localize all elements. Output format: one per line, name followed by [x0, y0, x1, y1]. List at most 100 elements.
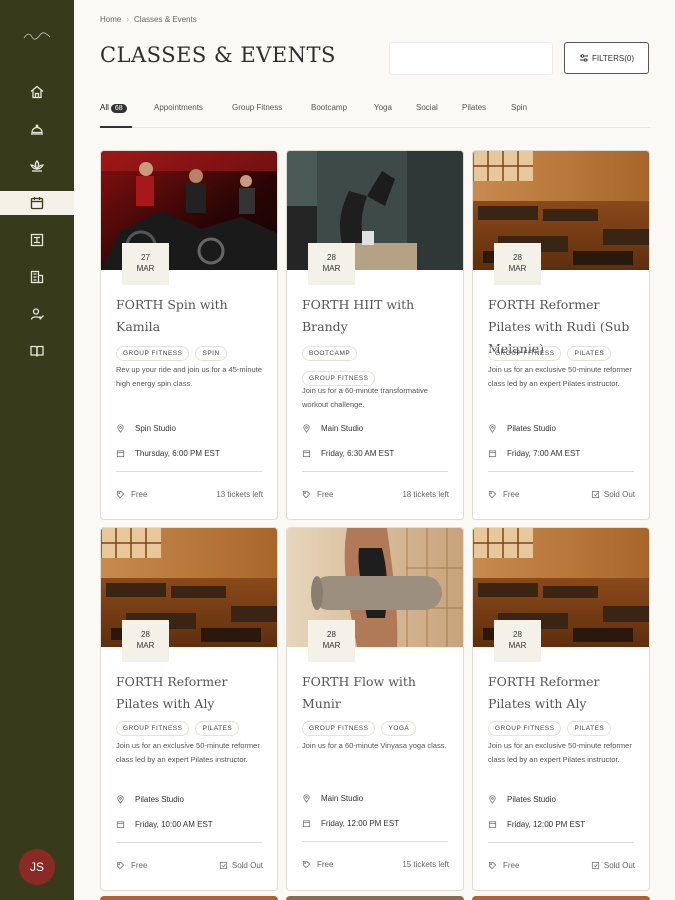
- breadcrumb-current: Classes & Events: [134, 15, 197, 24]
- nav-building[interactable]: [0, 265, 74, 289]
- event-description: Join us for an exclusive 50-minute refor…: [116, 741, 260, 764]
- time-row: Friday, 12:00 PM EST: [488, 820, 585, 829]
- event-title[interactable]: FORTH Reformer Pilates with Aly: [488, 671, 638, 715]
- tab-group-fitness[interactable]: Group Fitness: [232, 103, 282, 112]
- user-avatar[interactable]: JS: [19, 849, 55, 885]
- sidebar: JS: [0, 0, 74, 900]
- tag: PILATES: [567, 721, 612, 736]
- tag-icon: [488, 861, 497, 870]
- event-card[interactable]: 28 MAR FORTH Reformer Pilates with Aly GR…: [100, 527, 278, 891]
- logo[interactable]: [0, 32, 74, 42]
- event-card[interactable]: 28 MAR FORTH Reformer Pilates with Aly GR…: [472, 527, 650, 891]
- tag: GROUP FITNESS: [488, 346, 562, 361]
- tickets-left: 18 tickets left: [402, 490, 449, 499]
- location-pin-icon: [303, 794, 310, 803]
- location-pin-icon: [303, 424, 310, 433]
- breadcrumb-home[interactable]: Home: [100, 15, 121, 24]
- date-badge: 28 MAR: [308, 620, 355, 662]
- tag: GROUP FITNESS: [116, 346, 190, 361]
- date-badge: 28 MAR: [308, 243, 355, 285]
- divider: [488, 471, 634, 472]
- tag: GROUP FITNESS: [302, 721, 376, 736]
- calendar-small-icon: [302, 820, 311, 828]
- category-tabs: All 68 Appointments Group Fitness Bootcam…: [100, 99, 650, 128]
- location-row: Main Studio: [302, 794, 363, 803]
- filters-label: FILTERS(0): [591, 53, 635, 63]
- active-tab-indicator: [100, 126, 132, 128]
- location-pin-icon: [117, 424, 124, 433]
- date-badge: 28 MAR: [122, 620, 169, 662]
- tickets-left: 13 tickets left: [216, 490, 263, 499]
- divider: [116, 842, 262, 843]
- event-title[interactable]: FORTH Flow with Munir: [302, 671, 452, 715]
- tag: GROUP FITNESS: [488, 721, 562, 736]
- nav-dining[interactable]: [0, 117, 74, 141]
- sold-out-icon: [219, 861, 227, 870]
- time-row: Friday, 6:30 AM EST: [302, 449, 394, 458]
- tag: GROUP FITNESS: [116, 721, 190, 736]
- calendar-small-icon: [488, 450, 497, 458]
- sold-out-status: Sold Out: [591, 861, 635, 870]
- main-content: Home › Classes & Events CLASSES & EVENTS F…: [74, 0, 675, 900]
- tab-pilates[interactable]: Pilates: [462, 103, 486, 112]
- event-title[interactable]: FORTH Spin with Kamila: [116, 294, 266, 338]
- tab-spin[interactable]: Spin: [511, 103, 527, 112]
- nav-members[interactable]: [0, 302, 74, 326]
- event-title[interactable]: FORTH HIIT with Brandy: [302, 294, 452, 338]
- divider: [302, 471, 448, 472]
- tab-yoga[interactable]: Yoga: [374, 103, 392, 112]
- home-icon: [30, 85, 44, 99]
- sold-out-icon: [591, 490, 599, 499]
- location-row: Pilates Studio: [488, 424, 556, 433]
- event-description: Join us for an exclusive 50-minute refor…: [488, 741, 632, 764]
- nav-spa[interactable]: [0, 154, 74, 178]
- book-icon: [30, 345, 44, 357]
- event-card[interactable]: 28 MAR FORTH HIIT with Brandy BOOTCAMP GRO…: [286, 150, 464, 520]
- price: Free: [302, 490, 333, 499]
- next-card-peek: [472, 896, 650, 900]
- location-pin-icon: [489, 795, 496, 804]
- divider: [488, 842, 634, 843]
- next-card-peek: [100, 896, 278, 900]
- filters-button[interactable]: FILTERS(0): [564, 42, 649, 74]
- tab-social[interactable]: Social: [416, 103, 438, 112]
- nav-home[interactable]: [0, 80, 74, 104]
- tag: BOOTCAMP: [302, 346, 358, 361]
- divider: [302, 841, 448, 842]
- nav-events[interactable]: [0, 191, 74, 215]
- event-card[interactable]: 28 MAR FORTH Flow with Munir GROUP FITNES…: [286, 527, 464, 891]
- nav-library[interactable]: [0, 339, 74, 363]
- price: Free: [488, 861, 519, 870]
- tag: PILATES: [567, 346, 612, 361]
- location-row: Pilates Studio: [116, 795, 184, 804]
- nav-gym[interactable]: [0, 228, 74, 252]
- price: Free: [302, 860, 333, 869]
- date-badge: 28 MAR: [494, 243, 541, 285]
- tag: YOGA: [381, 721, 417, 736]
- tickets-left: 15 tickets left: [402, 860, 449, 869]
- time-row: Friday, 7:00 AM EST: [488, 449, 580, 458]
- tag-icon: [116, 490, 125, 499]
- next-card-peek: [286, 896, 464, 900]
- event-title[interactable]: FORTH Reformer Pilates with Aly: [116, 671, 266, 715]
- sold-out-icon: [591, 861, 599, 870]
- tab-bootcamp[interactable]: Bootcamp: [311, 103, 347, 112]
- tab-appointments[interactable]: Appointments: [154, 103, 203, 112]
- calendar-icon: [30, 197, 44, 210]
- breadcrumb: Home › Classes & Events: [100, 15, 197, 24]
- price: Free: [116, 861, 147, 870]
- event-card[interactable]: 27 MAR FORTH Spin with Kamila GROUP FITNE…: [100, 150, 278, 520]
- time-row: Friday, 10:00 AM EST: [116, 820, 213, 829]
- event-card[interactable]: 28 MAR FORTH Reformer Pilates with Rudi (…: [472, 150, 650, 520]
- tab-all[interactable]: All 68: [100, 103, 127, 113]
- location-row: Spin Studio: [116, 424, 176, 433]
- search-input[interactable]: [389, 42, 553, 75]
- sold-out-status: Sold Out: [591, 490, 635, 499]
- sold-out-status: Sold Out: [219, 861, 263, 870]
- calendar-small-icon: [302, 450, 311, 458]
- time-row: Thursday, 6:00 PM EST: [116, 449, 220, 458]
- page-title: CLASSES & EVENTS: [100, 43, 336, 67]
- tag: PILATES: [195, 721, 240, 736]
- location-row: Main Studio: [302, 424, 363, 433]
- tag-icon: [302, 490, 311, 499]
